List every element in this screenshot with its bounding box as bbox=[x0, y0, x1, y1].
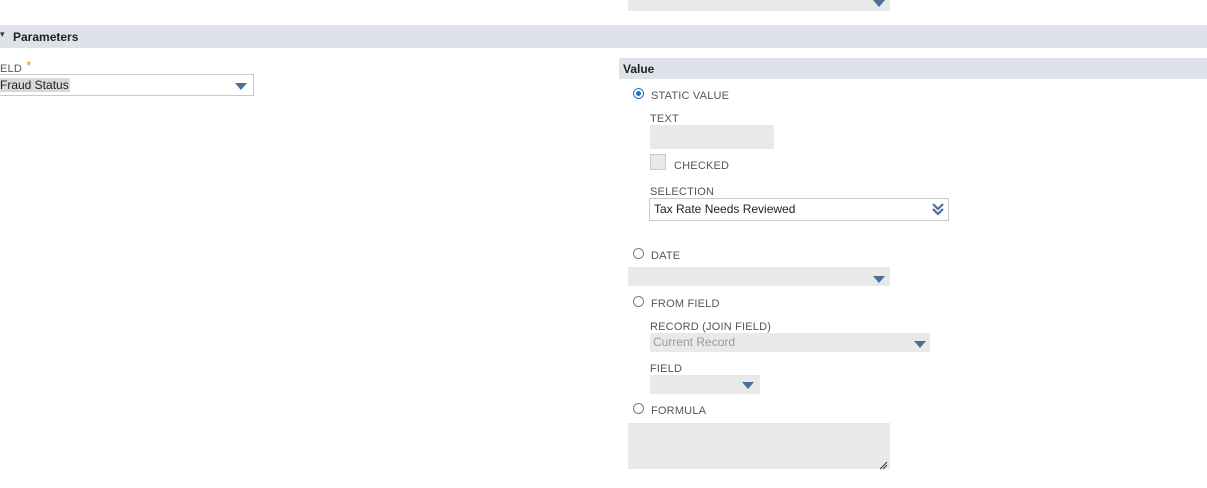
date-radio[interactable] bbox=[633, 248, 644, 259]
formula-textarea[interactable] bbox=[628, 423, 890, 470]
chevron-down-icon bbox=[873, 0, 885, 7]
chevron-down-icon bbox=[235, 83, 247, 90]
date-label: DATE bbox=[651, 250, 681, 262]
collapse-caret-icon: ▾ bbox=[0, 29, 5, 39]
field-label-row: ELD * bbox=[0, 58, 32, 75]
field-sub-label: FIELD bbox=[650, 363, 683, 375]
static-value-label: STATIC VALUE bbox=[651, 90, 730, 102]
formula-radio[interactable] bbox=[633, 403, 644, 414]
chevron-down-icon bbox=[914, 341, 926, 348]
record-join-field-label: RECORD (JOIN FIELD) bbox=[650, 321, 772, 333]
value-title: Value bbox=[623, 62, 655, 76]
selection-label: SELECTION bbox=[650, 186, 715, 198]
record-select-value: Current Record bbox=[653, 335, 736, 349]
field-sub-select[interactable] bbox=[650, 375, 760, 394]
static-value-radio[interactable] bbox=[633, 88, 644, 99]
value-section-header: Value bbox=[619, 58, 1207, 79]
double-chevron-down-icon bbox=[932, 201, 944, 217]
from-field-radio[interactable] bbox=[633, 296, 644, 307]
from-field-label: FROM FIELD bbox=[651, 298, 720, 310]
parameters-section-header[interactable]: ▾ Parameters bbox=[0, 25, 1207, 48]
field-select-value: Fraud Status bbox=[0, 78, 70, 92]
parameters-title: Parameters bbox=[13, 30, 79, 44]
field-select[interactable]: Fraud Status bbox=[0, 74, 254, 96]
record-select[interactable]: Current Record bbox=[650, 333, 930, 352]
selection-value: Tax Rate Needs Reviewed bbox=[654, 202, 796, 216]
chevron-down-icon bbox=[873, 276, 885, 283]
chevron-down-icon bbox=[742, 382, 754, 389]
selection-select[interactable]: Tax Rate Needs Reviewed bbox=[649, 198, 949, 221]
text-input[interactable] bbox=[650, 125, 774, 149]
date-select[interactable] bbox=[628, 267, 890, 286]
resize-handle-icon[interactable] bbox=[878, 457, 888, 470]
required-mark: * bbox=[26, 58, 32, 73]
checked-label: CHECKED bbox=[674, 160, 730, 172]
text-label: TEXT bbox=[650, 113, 679, 125]
checked-checkbox[interactable] bbox=[650, 154, 666, 170]
top-partial-dropdown[interactable] bbox=[628, 0, 890, 11]
formula-label: FORMULA bbox=[651, 405, 707, 417]
